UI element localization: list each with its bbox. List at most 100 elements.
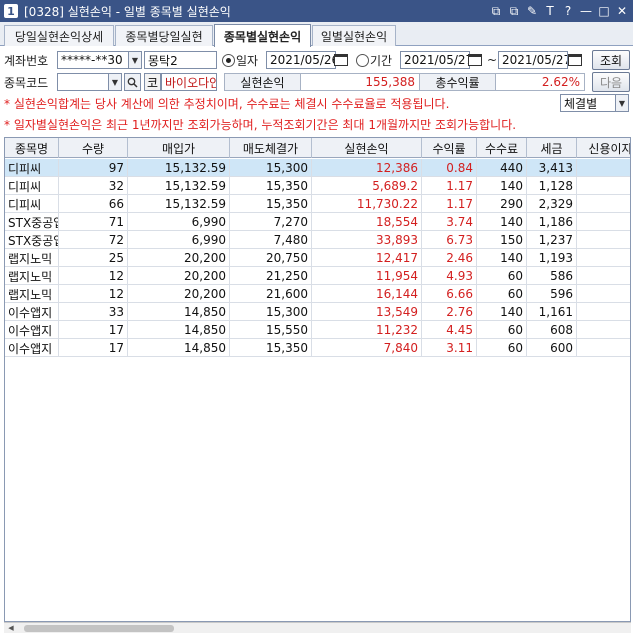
table-row[interactable]: 디피씨 32 15,132.59 15,350 5,689.2 1.17 140 1,128 [5, 177, 630, 195]
tax-cell: 1,193 [527, 249, 577, 267]
table-row[interactable]: 디피씨 97 15,132.59 15,300 12,386 0.84 440 3,413 [5, 159, 630, 177]
stock-name-cell: 디피씨 [5, 195, 59, 213]
tab-bar: 당일실현손익상세 종목별당일실현 종목별실현손익 일별실현손익 [0, 22, 633, 47]
tab-stock-realized-pnl[interactable]: 종목별실현손익 [214, 24, 311, 47]
buy-price-cell: 6,990 [128, 213, 230, 231]
help-icon[interactable]: ? [561, 3, 575, 19]
close-icon[interactable]: ✕ [615, 3, 629, 19]
quantity-cell: 97 [59, 159, 128, 177]
next-button[interactable]: 다음 [592, 72, 630, 92]
column-header[interactable]: 종목명 [5, 138, 59, 158]
horizontal-scrollbar[interactable]: ◀ [4, 622, 631, 633]
calendar-icon[interactable] [568, 54, 582, 66]
return-rate-cell: 2.46 [422, 249, 477, 267]
account-name-field: 몽탁2 [144, 51, 217, 69]
column-header[interactable]: 수량 [59, 138, 128, 158]
stock-name-cell: 이수앱지 [5, 303, 59, 321]
calendar-icon[interactable] [334, 54, 348, 66]
credit-interest-cell [577, 213, 630, 231]
table-row[interactable]: STX중공업 72 6,990 7,480 33,893 6.73 150 1,237 [5, 231, 630, 249]
column-header[interactable]: 세금 [527, 138, 577, 158]
realized-pnl-cell: 18,554 [312, 213, 422, 231]
table-row[interactable]: 이수앱지 17 14,850 15,550 11,232 4.45 60 608 [5, 321, 630, 339]
radio-period-label: 기간 [370, 53, 393, 68]
credit-interest-cell [577, 303, 630, 321]
tab-daily-realized-detail[interactable]: 당일실현손익상세 [4, 25, 114, 46]
table-row[interactable]: 랩지노믹 12 20,200 21,250 11,954 4.93 60 586 [5, 267, 630, 285]
sell-price-cell: 15,350 [230, 177, 312, 195]
table-row[interactable]: 랩지노믹 25 20,200 20,750 12,417 2.46 140 1,193 [5, 249, 630, 267]
column-header[interactable]: 신용이자 [577, 138, 630, 158]
minimize-icon[interactable]: — [579, 3, 593, 19]
tab-stock-daily-realized[interactable]: 종목별당일실현 [115, 25, 213, 46]
link-window-icon[interactable]: ⧉ [489, 3, 503, 19]
stock-code-input[interactable] [57, 73, 109, 91]
buy-price-cell: 20,200 [128, 285, 230, 303]
period-end-input[interactable]: 2021/05/27 [498, 51, 568, 69]
quantity-cell: 12 [59, 267, 128, 285]
buy-price-cell: 20,200 [128, 267, 230, 285]
table-row[interactable]: 디피씨 66 15,132.59 15,350 11,730.22 1.17 290 2,32… [5, 195, 630, 213]
stock-name-cell: 이수앱지 [5, 339, 59, 357]
edit-icon[interactable]: ✎ [525, 3, 539, 19]
column-header[interactable]: 매도체결가 [230, 138, 312, 158]
realized-pnl-cell: 16,144 [312, 285, 422, 303]
filter-dropdown-arrow[interactable]: ▼ [615, 94, 629, 112]
quantity-cell: 72 [59, 231, 128, 249]
realized-pnl-cell: 12,386 [312, 159, 422, 177]
market-type-badge: 코 [144, 73, 161, 91]
tax-cell: 1,186 [527, 213, 577, 231]
realized-pnl-cell: 12,417 [312, 249, 422, 267]
stock-code-dropdown-arrow[interactable]: ▼ [108, 73, 122, 91]
tax-cell: 600 [527, 339, 577, 357]
sell-price-cell: 15,300 [230, 159, 312, 177]
sell-price-cell: 21,600 [230, 285, 312, 303]
title-bar: 1 [0328] 실현손익 - 일별 종목별 실현손익 ⧉ ⧉ ✎ T ? — … [0, 0, 633, 22]
font-size-icon[interactable]: T [543, 3, 557, 19]
period-separator: ~ [487, 53, 498, 67]
column-header[interactable]: 매입가 [128, 138, 230, 158]
calendar-icon[interactable] [468, 54, 482, 66]
return-rate-cell: 6.73 [422, 231, 477, 249]
scroll-left-icon[interactable]: ◀ [6, 623, 16, 633]
account-dropdown-arrow[interactable]: ▼ [128, 51, 142, 69]
table-row[interactable]: 이수앱지 17 14,850 15,350 7,840 3.11 60 600 [5, 339, 630, 357]
commission-cell: 60 [477, 267, 527, 285]
account-input[interactable]: *****-**30 [57, 51, 129, 69]
stock-name-cell: 이수앱지 [5, 321, 59, 339]
realized-pnl-label: 실현손익 [224, 73, 301, 91]
table-row[interactable]: STX중공업 71 6,990 7,270 18,554 3.74 140 1,186 [5, 213, 630, 231]
quantity-cell: 17 [59, 339, 128, 357]
column-header[interactable]: 실현손익 [312, 138, 422, 158]
quantity-cell: 17 [59, 321, 128, 339]
credit-interest-cell [577, 177, 630, 195]
tax-cell: 608 [527, 321, 577, 339]
maximize-icon[interactable]: □ [597, 3, 611, 19]
column-header[interactable]: 수익률 [422, 138, 477, 158]
form-row-code: 종목코드 ▼ 코 바이오다인 실현손익 155,388 총수익률 2.62% 다… [0, 70, 633, 93]
quantity-cell: 71 [59, 213, 128, 231]
return-rate-cell: 3.11 [422, 339, 477, 357]
column-header[interactable]: 수수료 [477, 138, 527, 158]
copy-window-icon[interactable]: ⧉ [507, 3, 521, 19]
commission-cell: 60 [477, 285, 527, 303]
sell-price-cell: 15,300 [230, 303, 312, 321]
total-return-label: 총수익률 [419, 73, 496, 91]
query-button[interactable]: 조회 [592, 50, 630, 70]
return-rate-cell: 3.74 [422, 213, 477, 231]
search-icon[interactable] [124, 73, 141, 91]
table-row[interactable]: 이수앱지 33 14,850 15,300 13,549 2.76 140 1,161 [5, 303, 630, 321]
filter-select[interactable]: 체결별 [560, 94, 616, 112]
realized-pnl-value: 155,388 [300, 73, 420, 91]
table-row[interactable]: 랩지노믹 12 20,200 21,600 16,144 6.66 60 596 [5, 285, 630, 303]
buy-price-cell: 15,132.59 [128, 177, 230, 195]
commission-cell: 140 [477, 249, 527, 267]
daily-date-input[interactable]: 2021/05/26 [266, 51, 336, 69]
credit-interest-cell [577, 339, 630, 357]
tab-daily-realized-pnl[interactable]: 일별실현손익 [312, 25, 396, 46]
realized-pnl-table: 종목명 수량 매입가 매도체결가 실현손익 수익률 수수료 세금 신용이자 디피… [4, 137, 631, 622]
sell-price-cell: 20,750 [230, 249, 312, 267]
quantity-cell: 32 [59, 177, 128, 195]
period-start-input[interactable]: 2021/05/27 [400, 51, 470, 69]
scrollbar-thumb[interactable] [24, 625, 174, 632]
